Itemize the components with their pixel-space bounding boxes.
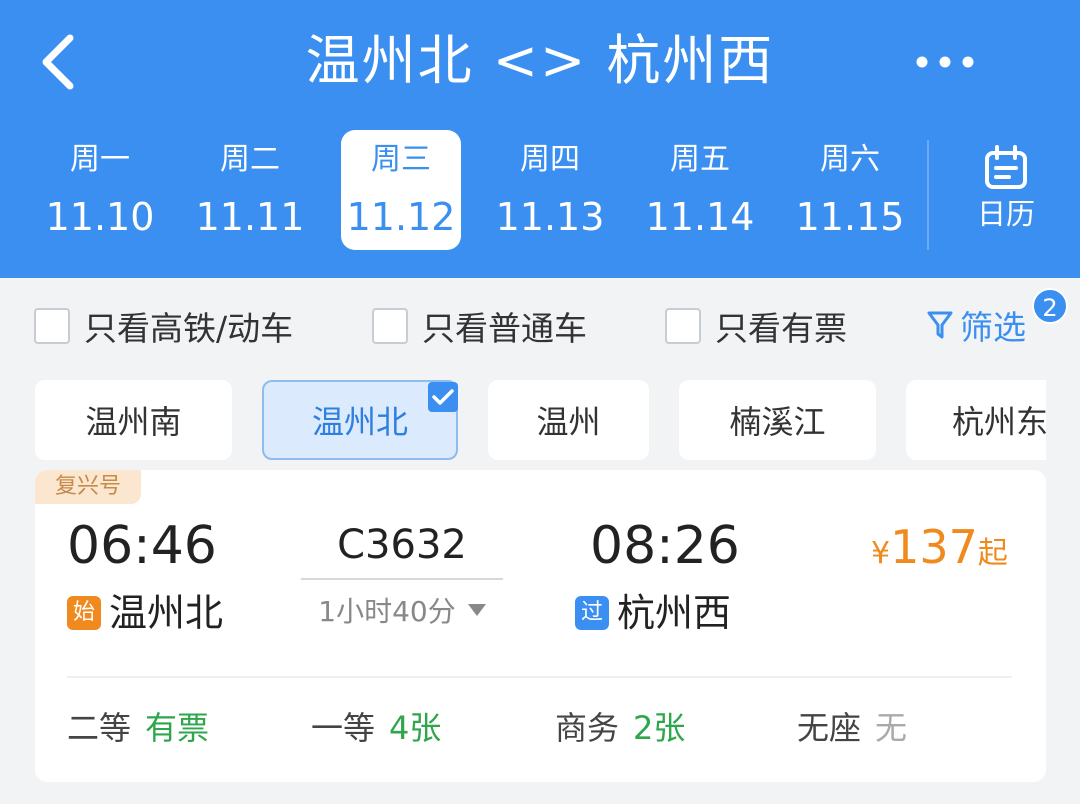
filter-normal-train-checkbox[interactable]: 只看普通车 bbox=[372, 304, 587, 348]
date-tab-11-13[interactable]: 周四 11.13 bbox=[490, 130, 610, 250]
filter-available-checkbox[interactable]: 只看有票 bbox=[665, 304, 847, 348]
date-tab-date: 11.12 bbox=[346, 195, 456, 239]
date-tab-weekday: 周六 bbox=[820, 142, 880, 177]
seat-class-label: 二等 bbox=[67, 709, 132, 747]
seat-status: 4张 bbox=[389, 709, 442, 747]
date-tab-date: 11.14 bbox=[645, 195, 755, 239]
departure-time: 06:46 bbox=[67, 516, 217, 576]
filter-label: 筛选 bbox=[960, 308, 1026, 347]
seat-class-label: 商务 bbox=[555, 709, 620, 747]
date-tab-11-15[interactable]: 周六 11.15 bbox=[790, 130, 910, 250]
station-chip-wenzhounan[interactable]: 温州南 bbox=[35, 380, 232, 460]
train-type-tag: 复兴号 bbox=[35, 470, 142, 504]
calendar-label: 日历 bbox=[976, 197, 1035, 231]
seat-status: 2张 bbox=[633, 709, 686, 747]
price-suffix: 起 bbox=[977, 536, 1008, 571]
filter-button[interactable]: 筛选 bbox=[926, 300, 1026, 350]
station-chip-hangzhoudong[interactable]: 杭州东 bbox=[906, 380, 1046, 460]
train-card[interactable]: 复兴号 06:46 C3632 1小时40分 08:26 始 温州北 过 杭州西… bbox=[35, 470, 1046, 782]
checkbox-box bbox=[665, 308, 701, 344]
seat-first-class: 一等 4张 bbox=[311, 706, 441, 750]
arrival-station-name: 杭州西 bbox=[617, 591, 732, 635]
departure-station-name: 温州北 bbox=[109, 591, 224, 635]
triangle-down-icon bbox=[467, 604, 486, 616]
date-tab-date: 11.11 bbox=[195, 195, 305, 239]
date-tab-date: 11.10 bbox=[45, 195, 155, 239]
train-number: C3632 bbox=[337, 522, 467, 568]
date-tab-weekday: 周二 bbox=[220, 142, 280, 177]
more-dots-icon[interactable] bbox=[910, 44, 980, 80]
departure-station: 始 温州北 bbox=[67, 588, 223, 638]
date-tab-weekday: 周四 bbox=[520, 142, 580, 177]
date-tab-11-10[interactable]: 周一 11.10 bbox=[40, 130, 160, 250]
duration-toggle[interactable]: 1小时40分 bbox=[301, 590, 503, 630]
price-currency: ¥ bbox=[871, 536, 891, 571]
filter-high-speed-label: 只看高铁/动车 bbox=[84, 309, 294, 348]
arrival-time: 08:26 bbox=[590, 516, 740, 576]
date-tab-weekday: 周一 bbox=[70, 142, 130, 177]
date-tab-11-12-selected[interactable]: 周三 11.12 bbox=[341, 130, 461, 250]
date-tab-weekday: 周三 bbox=[371, 142, 431, 177]
calendar-divider bbox=[927, 140, 929, 250]
seat-second-class: 二等 有票 bbox=[67, 706, 209, 750]
filter-normal-train-label: 只看普通车 bbox=[422, 309, 587, 348]
seat-status: 有票 bbox=[145, 709, 210, 747]
funnel-icon bbox=[927, 311, 953, 339]
filter-high-speed-checkbox[interactable]: 只看高铁/动车 bbox=[34, 304, 293, 348]
checkbox-box bbox=[34, 308, 70, 344]
date-tab-11-11[interactable]: 周二 11.11 bbox=[190, 130, 310, 250]
calendar-button[interactable]: 日历 bbox=[946, 140, 1066, 250]
page-title: 温州北 <> 杭州西 bbox=[305, 29, 775, 92]
station-chip-wenzhou[interactable]: 温州 bbox=[488, 380, 649, 460]
date-tab-11-14[interactable]: 周五 11.14 bbox=[640, 130, 760, 250]
filter-available-label: 只看有票 bbox=[715, 309, 847, 348]
seat-standing: 无座无 bbox=[797, 706, 907, 750]
train-route-line bbox=[301, 578, 503, 580]
checkmark-icon bbox=[428, 382, 458, 412]
seat-business-class: 商务 2张 bbox=[555, 706, 685, 750]
date-tab-date: 11.15 bbox=[795, 195, 905, 239]
station-chip-nanxijiang[interactable]: 楠溪江 bbox=[679, 380, 876, 460]
date-tab-weekday: 周五 bbox=[670, 142, 730, 177]
date-tab-date: 11.13 bbox=[495, 195, 605, 239]
checkbox-box bbox=[372, 308, 408, 344]
price: ¥137起 bbox=[871, 520, 1008, 574]
card-divider bbox=[67, 676, 1012, 678]
seat-class-label: 无座 bbox=[797, 709, 862, 747]
price-value: 137 bbox=[890, 520, 978, 574]
start-marker: 始 bbox=[67, 596, 101, 630]
filter-row: 只看高铁/动车 只看普通车 只看有票 筛选 bbox=[0, 296, 1080, 352]
chevron-left-icon[interactable] bbox=[36, 32, 86, 92]
filter-count-badge: 2 bbox=[1032, 288, 1068, 324]
arrival-station: 过 杭州西 bbox=[575, 588, 731, 638]
pass-marker: 过 bbox=[575, 596, 609, 630]
calendar-icon bbox=[985, 145, 1027, 189]
duration-text: 1小时40分 bbox=[318, 595, 456, 628]
seat-status: 无 bbox=[875, 709, 908, 747]
header-bar: 温州北 <> 杭州西 周一 11.10 周二 11.11 周三 11.12 周四… bbox=[0, 0, 1080, 278]
seat-class-label: 一等 bbox=[311, 709, 376, 747]
